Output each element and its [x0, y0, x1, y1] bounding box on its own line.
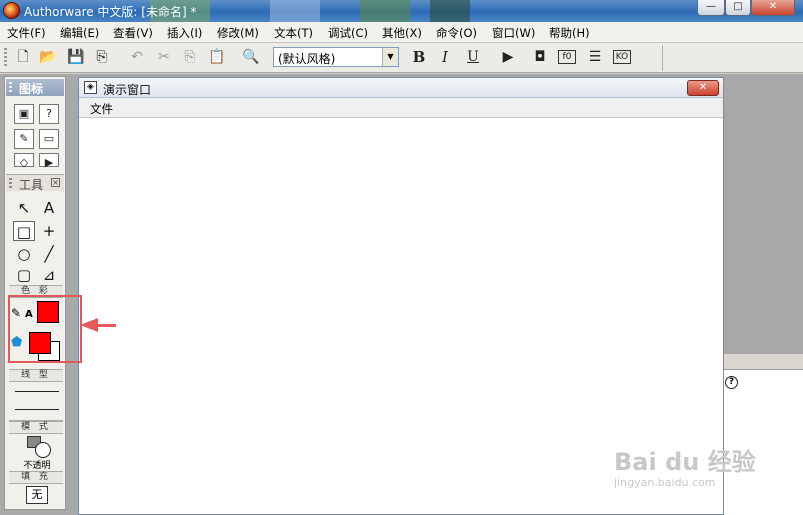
watermark-main-text: Bai du 经验	[614, 448, 756, 476]
text-tool-icon[interactable]: A	[38, 198, 60, 218]
menu-modify[interactable]: 修改(M)	[217, 25, 259, 41]
menu-text[interactable]: 文本(T)	[274, 25, 313, 41]
presentation-menu-file[interactable]: 文件	[90, 101, 113, 117]
knowledge-objects-icon[interactable]: KO	[613, 50, 631, 64]
italic-button[interactable]: I	[435, 47, 455, 67]
erase-icon[interactable]: ◇	[14, 153, 34, 169]
background-blur	[270, 0, 320, 22]
icons-panel-header[interactable]: 图标	[6, 79, 64, 96]
presentation-close-button[interactable]: ✕	[687, 80, 719, 96]
presentation-window-icon: ◈	[84, 81, 97, 94]
close-icon: ✕	[768, 1, 778, 12]
underline-button[interactable]: U	[463, 47, 483, 67]
find-icon[interactable]: 🔍	[241, 47, 261, 67]
new-file-icon[interactable]: 🗋	[13, 47, 33, 67]
watermark-url: jingyan.baidu.com	[614, 476, 716, 489]
tools-panel-title: 工具	[19, 178, 44, 192]
text-style-select[interactable]: (默认风格) ▼	[273, 47, 399, 67]
panel-grip[interactable]	[9, 82, 12, 93]
title-bar: Authorware 中文版: [未命名] * — □ ✕	[0, 0, 803, 22]
mode-section-label: 模 式	[9, 421, 63, 434]
line-sample[interactable]	[15, 391, 59, 392]
variables-icon[interactable]: ☰	[585, 47, 605, 67]
menu-window[interactable]: 窗口(W)	[492, 25, 535, 41]
minimize-button[interactable]: —	[697, 0, 725, 16]
pointer-tool-icon[interactable]: ↖	[13, 198, 35, 218]
control-panel-icon[interactable]: ◘	[530, 47, 550, 67]
baidu-watermark: Bai du 经验 jingyan.baidu.com	[614, 432, 764, 492]
mode-circle-icon	[35, 442, 51, 458]
functions-icon[interactable]: f0	[558, 50, 576, 64]
icons-panel-title: 图标	[19, 82, 44, 96]
copy-icon[interactable]: ⎘	[180, 47, 200, 67]
background-blur	[430, 0, 470, 22]
fill-section-label: 填 充	[9, 471, 63, 484]
paste-icon[interactable]: 📋	[207, 47, 227, 67]
fill-pattern-button[interactable]: 无	[26, 486, 48, 504]
minimize-icon: —	[706, 1, 716, 12]
line-style-label: 线 型	[9, 369, 63, 382]
menu-command[interactable]: 命令(O)	[436, 25, 477, 41]
bold-button[interactable]: B	[409, 47, 429, 67]
run-icon[interactable]: ▶	[498, 47, 518, 67]
menu-file[interactable]: 文件(F)	[7, 25, 46, 41]
rectangle-tool-icon[interactable]: □	[13, 221, 35, 241]
calculation-icon[interactable]: ✎	[14, 129, 34, 149]
close-icon[interactable]: ×	[51, 178, 60, 187]
open-file-icon[interactable]: 📂	[38, 47, 58, 67]
close-button[interactable]: ✕	[751, 0, 795, 16]
annotation-arrow-tail	[96, 324, 116, 327]
text-style-value: (默认风格)	[278, 52, 336, 66]
wait-icon[interactable]: ?	[39, 104, 59, 124]
save-all-icon[interactable]: 💾	[66, 47, 86, 67]
menu-insert[interactable]: 插入(I)	[167, 25, 202, 41]
toolbar-divider	[662, 45, 663, 71]
line-style-selector[interactable]	[9, 383, 63, 421]
display-icon[interactable]: ▣	[14, 104, 34, 124]
line-sample[interactable]	[15, 409, 59, 410]
undo-icon[interactable]: ↶	[127, 47, 147, 67]
menu-view[interactable]: 查看(V)	[113, 25, 153, 41]
chevron-down-icon[interactable]: ▼	[382, 48, 398, 66]
background-blur	[360, 0, 410, 22]
tools-panel-header[interactable]: 工具 ×	[6, 174, 64, 192]
presentation-window-titlebar: ◈ 演示窗口 ✕	[79, 78, 723, 98]
rounded-rectangle-tool-icon[interactable]: ▢	[13, 265, 35, 285]
crosshair-tool-icon[interactable]: +	[38, 221, 60, 241]
panel-grip[interactable]	[9, 178, 12, 189]
menu-edit[interactable]: 编辑(E)	[60, 25, 99, 41]
cut-icon[interactable]: ✂	[154, 47, 174, 67]
ellipse-tool-icon[interactable]: ○	[13, 244, 35, 264]
maximize-icon: □	[733, 1, 743, 12]
menu-debug[interactable]: 调试(C)	[328, 25, 368, 41]
flowline-area	[724, 74, 803, 354]
color-highlight-box	[8, 295, 82, 363]
menu-other[interactable]: 其他(X)	[382, 25, 422, 41]
presentation-window-title: 演示窗口	[103, 83, 152, 97]
polygon-tool-icon[interactable]: ⊿	[38, 265, 60, 285]
toolbar-grip[interactable]	[4, 48, 7, 68]
tool-palette: 图标 ▣ ? ✎ ▭ ◇ ▶ 工具 × ↖ A □ + ○ ╱ ▢ ⊿ 色 彩 …	[4, 76, 66, 510]
mode-button[interactable]: 不透明	[15, 434, 59, 471]
menu-help[interactable]: 帮助(H)	[549, 25, 590, 41]
presentation-menu-bar: 文件	[79, 98, 723, 118]
menu-bar: 文件(F) 编辑(E) 查看(V) 插入(I) 修改(M) 文本(T) 调试(C…	[0, 22, 803, 43]
line-tool-icon[interactable]: ╱	[38, 244, 60, 264]
interaction-icon[interactable]: ▭	[39, 129, 59, 149]
help-icon[interactable]: ?	[725, 376, 738, 389]
mode-value: 不透明	[23, 461, 51, 471]
authorware-logo-icon[interactable]	[3, 2, 20, 19]
window-title: Authorware 中文版: [未命名] *	[24, 5, 197, 19]
maximize-button[interactable]: □	[725, 0, 751, 16]
import-icon[interactable]: ⎘	[92, 47, 112, 67]
main-toolbar	[0, 43, 803, 73]
digital-movie-icon[interactable]: ▶	[39, 153, 59, 169]
right-panel-header	[721, 354, 803, 370]
